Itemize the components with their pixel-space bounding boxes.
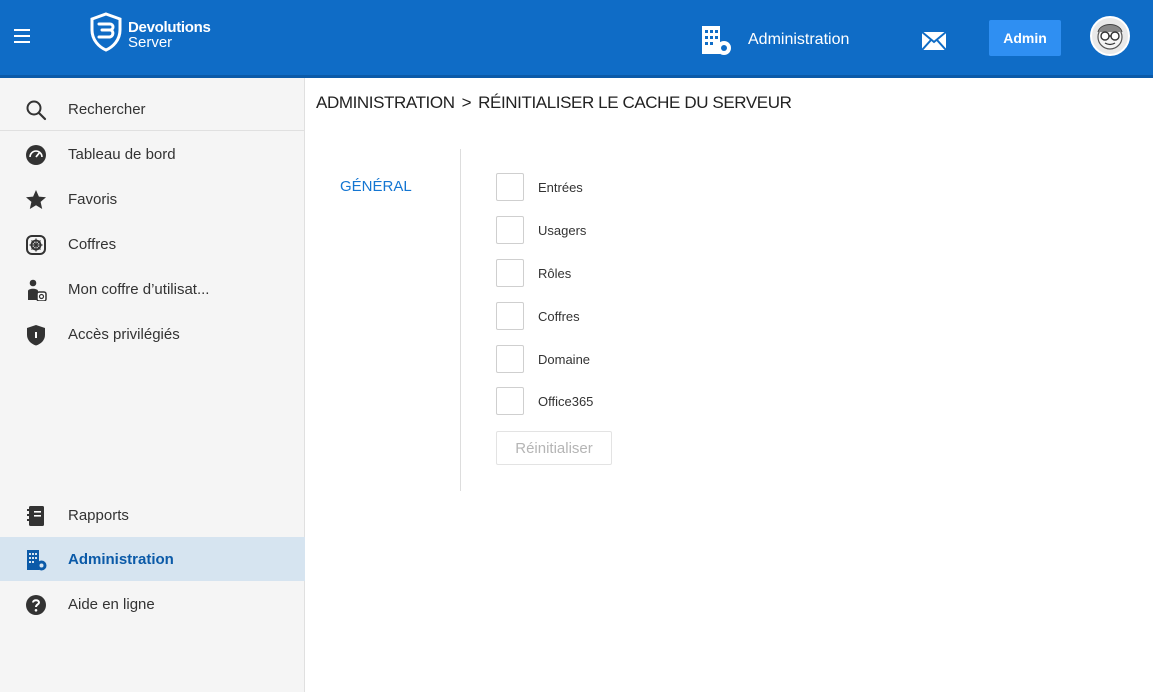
- brand-name: Devolutions Server: [128, 20, 211, 50]
- sidebar-divider: [0, 130, 305, 131]
- checkbox-box[interactable]: [496, 302, 524, 330]
- sidebar-item-dashboard[interactable]: Tableau de bord: [0, 132, 305, 176]
- checkbox-office365[interactable]: Office365: [496, 387, 593, 415]
- sidebar-item-label: Accès privilégiés: [68, 325, 180, 343]
- sidebar-item-privileged-access[interactable]: Accès privilégiés: [0, 312, 305, 356]
- section-divider: [460, 149, 461, 491]
- vault-icon: [26, 235, 46, 255]
- checkbox-box[interactable]: [496, 345, 524, 373]
- checkbox-label: Usagers: [538, 222, 587, 238]
- sidebar-item-label: Mon coffre d’utilisat...: [68, 280, 210, 298]
- brand-subtitle: Server: [128, 34, 173, 51]
- checkbox-box[interactable]: [496, 387, 524, 415]
- reset-button[interactable]: Réinitialiser: [496, 431, 612, 465]
- brand-title: Devolutions: [128, 19, 211, 36]
- checkbox-roles[interactable]: Rôles: [496, 259, 571, 287]
- admin-building-icon: [27, 550, 47, 571]
- checkbox-vaults[interactable]: Coffres: [496, 302, 580, 330]
- admin-button[interactable]: Admin: [989, 20, 1061, 56]
- sidebar-item-label: Tableau de bord: [68, 145, 176, 163]
- header-section-label[interactable]: Administration: [748, 31, 849, 49]
- sidebar-item-label: Aide en ligne: [68, 595, 155, 613]
- user-vault-icon: [28, 279, 47, 301]
- mail-icon[interactable]: [922, 32, 946, 50]
- sidebar-item-user-vault[interactable]: Mon coffre d’utilisat...: [0, 267, 305, 311]
- checkbox-label: Entrées: [538, 179, 583, 195]
- breadcrumb: ADMINISTRATION > RÉINITIALISER LE CACHE DU…: [316, 93, 792, 113]
- checkbox-label: Rôles: [538, 265, 572, 281]
- avatar-face-icon: [1097, 24, 1123, 50]
- top-bar: Devolutions Server Administration Admin: [0, 0, 1153, 78]
- checkbox-box[interactable]: [496, 216, 524, 244]
- shield-icon: [27, 325, 45, 346]
- devolutions-logo-icon: [90, 12, 122, 52]
- report-icon: [27, 506, 44, 526]
- checkbox-box[interactable]: [496, 173, 524, 201]
- page-title: RÉINITIALISER LE CACHE DU SERVEUR: [478, 93, 792, 112]
- sidebar-item-label: Rapports: [68, 506, 129, 524]
- sidebar-item-label: Coffres: [68, 235, 117, 253]
- star-icon: [26, 190, 46, 209]
- sidebar-item-label: Rechercher: [68, 100, 146, 118]
- checkbox-users[interactable]: Usagers: [496, 216, 586, 244]
- sidebar-item-search[interactable]: Rechercher: [0, 87, 305, 131]
- menu-icon[interactable]: [14, 29, 30, 43]
- checkbox-entries[interactable]: Entrées: [496, 173, 583, 201]
- help-icon: [26, 595, 46, 615]
- dashboard-icon: [26, 145, 46, 165]
- tab-general[interactable]: GÉNÉRAL: [340, 178, 412, 195]
- checkbox-label: Office365: [538, 393, 594, 409]
- sidebar-item-label: Favoris: [68, 190, 118, 208]
- admin-building-icon[interactable]: [700, 24, 732, 56]
- checkbox-box[interactable]: [496, 259, 524, 287]
- sidebar-item-online-help[interactable]: Aide en ligne: [0, 582, 305, 626]
- sidebar-item-favorites[interactable]: Favoris: [0, 177, 305, 221]
- breadcrumb-root[interactable]: ADMINISTRATION: [316, 93, 455, 112]
- checkbox-label: Coffres: [538, 308, 580, 324]
- breadcrumb-separator: >: [461, 93, 472, 112]
- search-icon: [26, 100, 47, 121]
- checkbox-domain[interactable]: Domaine: [496, 345, 590, 373]
- avatar[interactable]: [1090, 16, 1130, 56]
- checkbox-label: Domaine: [538, 351, 591, 367]
- sidebar-item-vaults[interactable]: Coffres: [0, 222, 305, 266]
- sidebar-item-reports[interactable]: Rapports: [0, 493, 305, 537]
- sidebar-item-label: Administration: [68, 550, 174, 568]
- sidebar-item-administration[interactable]: Administration: [0, 537, 305, 581]
